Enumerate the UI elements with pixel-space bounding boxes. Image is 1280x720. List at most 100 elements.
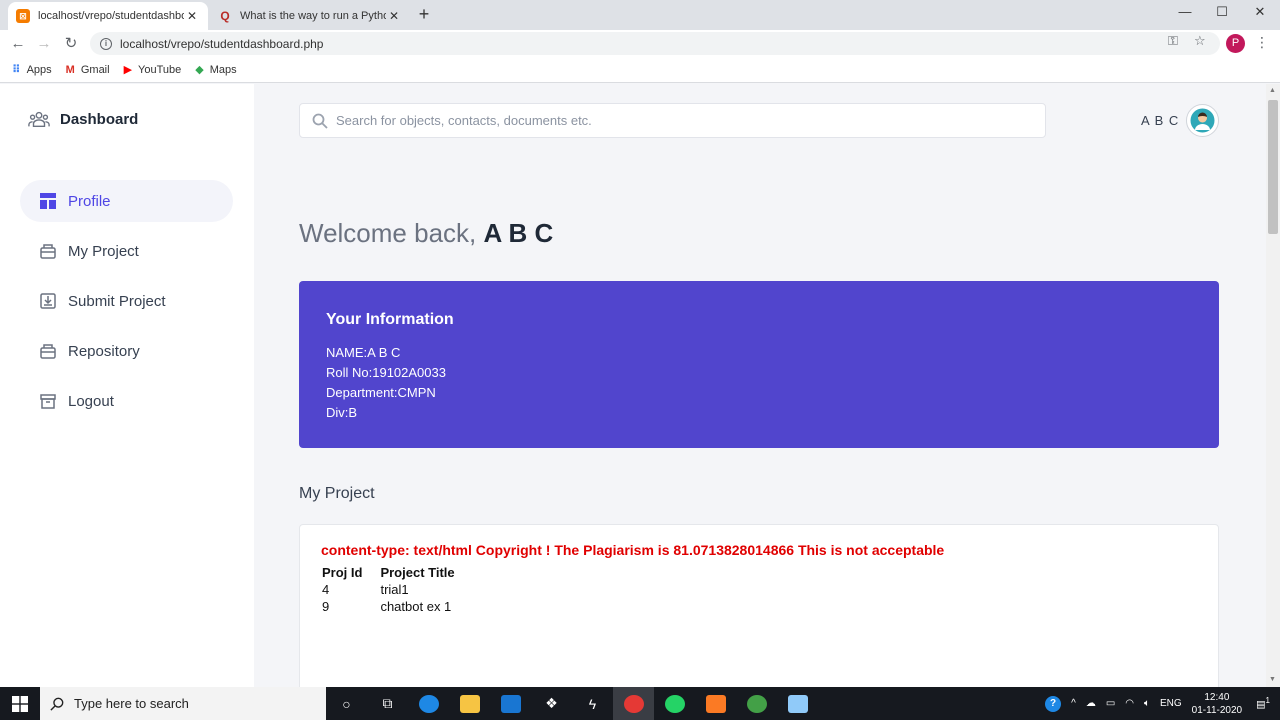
url-text: localhost/vrepo/studentdashboard.php [120, 36, 324, 51]
sidebar-item-my-project[interactable]: My Project [20, 230, 233, 272]
main-content: A B C Welcome back, A B C Your Informati… [254, 84, 1266, 687]
taskbar-search-placeholder: Type here to search [74, 696, 189, 711]
proj-title-cell: trial1 [380, 582, 409, 597]
profile-avatar[interactable]: P [1226, 34, 1245, 53]
clock-date: 01-11-2020 [1191, 704, 1243, 716]
quora-favicon-icon: Q [220, 9, 230, 23]
notification-icon[interactable]: ▤1 [1256, 696, 1270, 710]
xampp-favicon-icon: ⊠ [16, 9, 30, 23]
bookmark-youtube[interactable]: ▶ YouTube [123, 63, 182, 77]
edge-icon[interactable] [408, 687, 449, 720]
apps-grid-icon: ⠿ [12, 64, 21, 76]
maps-icon: ◆ [195, 64, 204, 76]
info-card-title: Your Information [326, 311, 454, 328]
address-bar[interactable]: i localhost/vrepo/studentdashboard.php [90, 32, 1220, 55]
notification-count: 1 [1265, 696, 1270, 706]
scrollbar-thumb[interactable] [1268, 100, 1278, 234]
task-view-icon[interactable]: ⧉ [367, 687, 408, 720]
key-icon[interactable]: ⚿ [1168, 33, 1178, 49]
sidebar-brand[interactable]: Dashboard [28, 110, 138, 128]
sidebar: Dashboard Profile My Project Submit Proj… [0, 84, 254, 687]
youtube-icon: ▶ [123, 64, 133, 76]
header-user-name: A B C [1141, 113, 1180, 128]
submit-icon [39, 292, 57, 310]
app-green-icon[interactable] [736, 687, 777, 720]
search-box[interactable] [299, 103, 1046, 138]
sublime-icon[interactable]: ϟ [572, 687, 613, 720]
back-button[interactable]: ← [7, 33, 29, 55]
whatsapp-icon[interactable] [654, 687, 695, 720]
menu-kebab-icon[interactable]: ⋮ [1255, 34, 1269, 51]
onedrive-icon[interactable]: ☁ [1086, 698, 1096, 709]
close-window-button[interactable]: ✕ [1242, 4, 1278, 24]
info-div: Div:B [326, 405, 358, 420]
search-icon [50, 697, 64, 711]
search-input[interactable] [336, 113, 1016, 128]
reload-button[interactable]: ↻ [60, 33, 82, 55]
forward-button[interactable]: → [33, 33, 55, 55]
bookmarks-bar: ⠿ Apps M Gmail ▶ YouTube ◆ Maps [0, 57, 1280, 83]
maximize-button[interactable]: ☐ [1204, 4, 1240, 24]
close-tab-icon[interactable]: ✕ [386, 9, 402, 23]
sidebar-item-repository[interactable]: Repository [20, 330, 233, 372]
project-card: content-type: text/html Copyright ! The … [299, 524, 1219, 687]
sidebar-item-label: Repository [68, 342, 140, 360]
proj-id-cell: 4 [322, 582, 330, 597]
table-header-row: Proj Id Project Title [321, 564, 472, 581]
sidebar-item-logout[interactable]: Logout [20, 380, 233, 422]
browser-tab-bar: ⊠ localhost/vrepo/studentdashboa ✕ Q Wha… [0, 0, 1280, 30]
brand-title: Dashboard [60, 110, 139, 128]
clock[interactable]: 12:40 01-11-2020 [1192, 691, 1242, 717]
tab-studentdashboard[interactable]: ⊠ localhost/vrepo/studentdashboa ✕ [8, 2, 208, 30]
windows-start-button[interactable] [0, 687, 40, 720]
info-icon[interactable]: i [100, 37, 112, 50]
user-avatar[interactable] [1186, 104, 1219, 137]
language-indicator[interactable]: ENG [1160, 698, 1182, 709]
page-viewport: Dashboard Profile My Project Submit Proj… [0, 84, 1266, 687]
sidebar-item-profile[interactable]: Profile [20, 180, 233, 222]
welcome-heading: Welcome back, A B C [299, 218, 553, 249]
bookmark-gmail[interactable]: M Gmail [66, 64, 110, 76]
sidebar-item-submit-project[interactable]: Submit Project [20, 280, 233, 322]
bookmark-apps[interactable]: ⠿ Apps [12, 63, 52, 77]
bookmark-label: Apps [26, 63, 52, 76]
wifi-icon[interactable]: ◠ [1125, 698, 1134, 709]
new-tab-button[interactable]: + [414, 5, 434, 25]
table-row: 9 chatbot ex 1 [321, 598, 472, 615]
info-department: Department:CMPN [326, 385, 436, 400]
system-tray: ? ^ ☁ ▭ ◠ 🔈︎ ENG 12:40 01-11-2020 ▤1 [1045, 687, 1280, 720]
gmail-icon: M [65, 63, 75, 76]
mail-icon[interactable] [490, 687, 531, 720]
sidebar-item-label: Logout [68, 392, 114, 410]
tab-title: What is the way to run a Python [240, 10, 386, 22]
sidebar-item-label: Profile [68, 192, 111, 210]
users-icon [28, 111, 50, 128]
page-scrollbar[interactable]: ▲ ▼ [1266, 84, 1280, 687]
sidebar-item-label: My Project [68, 242, 139, 260]
avatar-icon [1190, 108, 1215, 133]
sidebar-item-label: Submit Project [68, 292, 166, 310]
scroll-up-icon[interactable]: ▲ [1269, 87, 1276, 94]
tab-quora[interactable]: Q What is the way to run a Python ✕ [210, 2, 410, 30]
scroll-down-icon[interactable]: ▼ [1269, 676, 1276, 683]
bookmark-maps[interactable]: ◆ Maps [195, 63, 236, 77]
file-explorer-icon[interactable] [449, 687, 490, 720]
notepad-icon[interactable] [777, 687, 818, 720]
chrome-icon[interactable] [613, 687, 654, 720]
close-tab-icon[interactable]: ✕ [184, 9, 200, 23]
chevron-up-icon[interactable]: ^ [1071, 698, 1076, 709]
project-table: Proj Id Project Title 4 trial1 9 chatbot… [321, 564, 472, 615]
taskbar-search[interactable]: Type here to search [40, 687, 326, 720]
dropbox-icon[interactable]: ❖ [531, 687, 572, 720]
cortana-icon[interactable]: ○ [326, 687, 367, 720]
battery-icon[interactable]: ▭ [1106, 698, 1115, 709]
volume-icon[interactable]: 🔈︎ [1144, 698, 1150, 709]
xampp-icon[interactable] [695, 687, 736, 720]
star-icon[interactable]: ☆ [1194, 33, 1206, 49]
info-card: Your Information NAME:A B C Roll No:1910… [299, 281, 1219, 448]
bookmark-label: Gmail [80, 63, 110, 76]
windows-taskbar: Type here to search ○ ⧉ ❖ ϟ ? ^ ☁ ▭ ◠ 🔈︎… [0, 687, 1280, 720]
info-roll-no: Roll No:19102A0033 [326, 365, 446, 380]
help-icon[interactable]: ? [1045, 695, 1062, 712]
minimize-button[interactable]: — [1167, 4, 1203, 24]
